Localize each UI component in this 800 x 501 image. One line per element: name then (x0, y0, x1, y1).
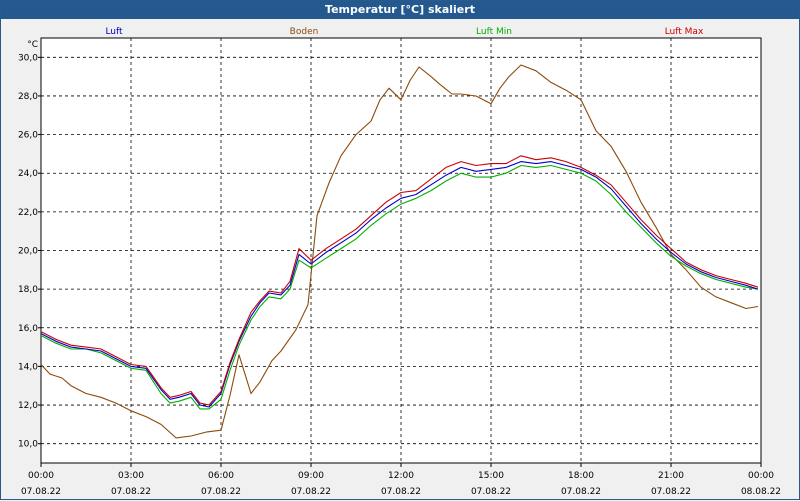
y-tick-label: 28,0 (18, 92, 38, 102)
x-tick-date-label: 07.08.22 (651, 487, 691, 497)
y-tick-label: 14,0 (18, 362, 38, 372)
x-tick-date-label: 07.08.22 (21, 487, 61, 497)
x-tick-time-label: 15:00 (478, 471, 504, 481)
y-tick-label: 24,0 (18, 169, 38, 179)
x-tick-time-label: 06:00 (208, 471, 234, 481)
x-tick-date-label: 07.08.22 (381, 487, 421, 497)
y-axis-unit-label: °C (27, 40, 38, 50)
legend-boden: Boden (290, 27, 319, 37)
x-tick-time-label: 12:00 (388, 471, 414, 481)
x-tick-date-label: 07.08.22 (111, 487, 151, 497)
x-tick-time-label: 21:00 (658, 471, 684, 481)
x-tick-date-label: 07.08.22 (291, 487, 331, 497)
legend-luft-max: Luft Max (665, 27, 704, 37)
y-tick-label: 16,0 (18, 324, 38, 334)
legend-luft-min: Luft Min (476, 27, 512, 37)
y-tick-label: 26,0 (18, 131, 38, 141)
y-tick-label: 20,0 (18, 247, 38, 257)
y-tick-label: 22,0 (18, 208, 38, 218)
chart-window: Temperatur [°C] skaliert 10,0 12,0 14,0 16,… (0, 0, 800, 500)
x-tick-time-label: 00:00 (28, 471, 54, 481)
y-tick-label: 10,0 (18, 440, 38, 450)
x-tick-date-label: 08.08.22 (741, 487, 781, 497)
y-tick-label: 30,0 (18, 53, 38, 63)
legend-luft: Luft (105, 27, 123, 37)
y-tick-label: 12,0 (18, 401, 38, 411)
y-tick-label: 18,0 (18, 285, 38, 295)
x-tick-date-label: 07.08.22 (471, 487, 511, 497)
chart-svg: 10,0 12,0 14,0 16,0 18,0 20,0 22,0 24,0 26,0 28,0… (18, 27, 781, 497)
x-tick-time-label: 00:00 (748, 471, 774, 481)
x-tick-time-label: 18:00 (568, 471, 594, 481)
x-tick-date-label: 07.08.22 (201, 487, 241, 497)
x-tick-time-label: 03:00 (118, 471, 144, 481)
x-tick-time-label: 09:00 (298, 471, 324, 481)
x-tick-date-label: 07.08.22 (561, 487, 601, 497)
